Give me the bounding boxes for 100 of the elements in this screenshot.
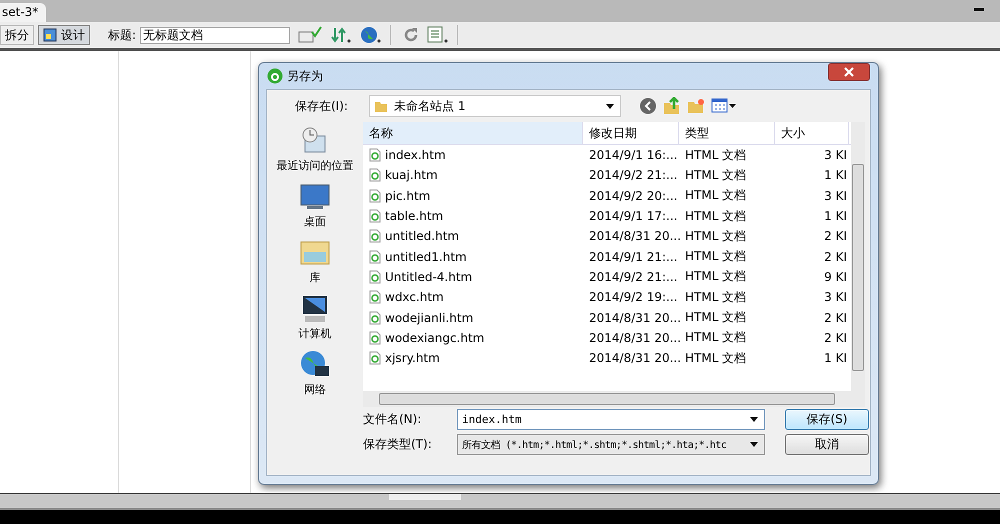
file-icon xyxy=(369,168,381,182)
document-tab[interactable]: set-3* xyxy=(0,3,46,22)
size-cell-text: 1 KI xyxy=(823,350,848,368)
file-name-cell[interactable]: wodejianli.htm xyxy=(363,307,583,328)
view-menu-icon[interactable] xyxy=(711,98,737,114)
back-icon[interactable] xyxy=(639,97,657,115)
place-item[interactable]: 最近访问的位置 xyxy=(267,126,363,173)
file-icon xyxy=(369,310,381,325)
monitor-icon xyxy=(299,182,331,212)
size-cell-text: 3 KI xyxy=(823,188,848,205)
type-cell-text: HTML 文档 xyxy=(684,228,748,245)
file-name-cell[interactable]: xjsry.htm xyxy=(363,348,583,368)
date-cell-text: 2014/9/1 17:... xyxy=(588,208,678,226)
sort-arrows-icon[interactable] xyxy=(330,26,352,44)
dropdown-arrow-icon xyxy=(750,417,758,422)
new-folder-icon[interactable] xyxy=(687,97,705,115)
app-icon xyxy=(267,68,283,84)
date-cell-text: 2014/9/1 21:... xyxy=(588,248,678,266)
size-cell-text: 3 KI xyxy=(823,147,848,164)
file-name-label: 文件名(N): xyxy=(363,411,422,428)
column-header[interactable]: 修改日期 xyxy=(583,122,679,144)
date-cell-text: 2014/9/2 21:... xyxy=(588,167,678,184)
title-label: 标题: xyxy=(108,26,136,44)
view-button[interactable]: 设计 xyxy=(38,25,90,45)
date-cell-text: 2014/8/31 20... xyxy=(588,330,679,347)
folder-icon xyxy=(374,99,388,113)
size-cell-text: 1 KI xyxy=(823,167,848,184)
file-name-field[interactable]: index.htm xyxy=(457,409,765,430)
file-type-dropdown[interactable]: 所有文档 (*.htm;*.html;*.shtm;*.shtml;*.hta;*.htc xyxy=(457,434,765,455)
file-icon xyxy=(369,188,381,203)
date-cell-text: 2014/8/31 20... xyxy=(588,350,679,368)
close-button[interactable] xyxy=(828,63,870,81)
file-icon xyxy=(369,290,381,304)
dropdown-arrow-icon xyxy=(750,442,758,447)
type-cell-text: HTML 文档 xyxy=(684,248,748,266)
date-cell-text: 2014/9/2 19:... xyxy=(588,289,678,306)
cancel-button[interactable]: 取消 xyxy=(785,434,869,455)
date-cell-text: 2014/9/2 20:... xyxy=(588,188,678,205)
type-cell-text: HTML 文档 xyxy=(684,268,748,286)
refresh-icon[interactable] xyxy=(403,27,420,43)
date-cell-text: 2014/8/31 20... xyxy=(588,310,679,327)
place-item[interactable]: 网络 xyxy=(267,350,363,397)
date-cell-text: 2014/9/1 16:... xyxy=(588,147,678,164)
type-cell-text: HTML 文档 xyxy=(684,350,748,367)
place-item[interactable]: 桌面 xyxy=(267,182,363,229)
file-icon xyxy=(369,330,381,345)
type-cell-text: HTML 文档 xyxy=(684,208,748,225)
close-icon xyxy=(844,67,854,77)
dialog-title: 另存为 xyxy=(287,68,323,84)
title-field[interactable]: 无标题文档 xyxy=(140,26,290,44)
view-button[interactable]: 拆分 xyxy=(0,25,34,45)
up-folder-icon[interactable] xyxy=(663,97,681,115)
file-name-cell[interactable]: pic.htm xyxy=(363,186,583,206)
file-name-cell[interactable]: wodexiangc.htm xyxy=(363,328,583,348)
minimize-icon[interactable] xyxy=(974,8,984,12)
file-icon xyxy=(369,148,381,162)
validate-icon[interactable] xyxy=(298,26,322,44)
file-name-cell[interactable]: untitled.htm xyxy=(363,226,583,246)
date-cell-text: 2014/9/2 21:... xyxy=(588,268,678,286)
type-cell-text: HTML 文档 xyxy=(684,329,748,346)
size-cell-text: 2 KI xyxy=(823,330,848,347)
file-name-cell[interactable]: wdxc.htm xyxy=(363,287,583,308)
date-cell-text: 2014/8/31 20... xyxy=(588,228,679,246)
globe-icon[interactable] xyxy=(360,26,382,44)
type-cell-text: HTML 文档 xyxy=(684,187,748,204)
file-icon xyxy=(369,229,381,244)
file-name-cell[interactable]: kuaj.htm xyxy=(363,165,583,186)
type-cell-text: HTML 文档 xyxy=(684,309,748,326)
size-cell-text: 3 KI xyxy=(823,289,848,306)
list-options-icon[interactable] xyxy=(427,26,450,44)
column-header[interactable]: 大小 xyxy=(775,122,849,144)
file-icon xyxy=(369,351,381,366)
file-name-cell[interactable]: table.htm xyxy=(363,206,583,226)
file-icon xyxy=(369,250,381,264)
design-view-icon xyxy=(43,28,57,42)
horizontal-scrollbar[interactable] xyxy=(363,391,865,407)
file-name-cell[interactable]: index.htm xyxy=(363,145,583,166)
expand-handle[interactable] xyxy=(389,494,461,500)
place-item[interactable]: 计算机 xyxy=(267,294,363,341)
dropdown-arrow-icon xyxy=(606,104,614,108)
place-item[interactable]: 库 xyxy=(267,238,363,285)
save-in-label: 保存在(I): xyxy=(295,98,349,114)
type-cell-text: HTML 文档 xyxy=(684,166,748,184)
type-cell-text: HTML 文档 xyxy=(684,146,748,164)
location-dropdown[interactable]: 未命名站点 1 xyxy=(369,95,621,117)
file-icon xyxy=(369,270,381,284)
vertical-scrollbar[interactable] xyxy=(851,122,865,391)
column-header[interactable]: 类型 xyxy=(679,122,775,144)
file-name-cell[interactable]: untitled1.htm xyxy=(363,246,583,267)
size-cell-text: 9 KI xyxy=(823,268,848,286)
file-type-label: 保存类型(T): xyxy=(363,436,433,453)
file-name-cell[interactable]: Untitled-4.htm xyxy=(363,266,583,288)
size-cell-text: 2 KI xyxy=(823,228,848,246)
save-button[interactable]: 保存(S) xyxy=(785,409,869,430)
type-cell-text: HTML 文档 xyxy=(684,288,748,306)
size-cell-text: 2 KI xyxy=(823,248,848,266)
size-cell-text: 1 KI xyxy=(823,208,848,226)
column-header[interactable]: 名称 xyxy=(363,122,583,144)
size-cell-text: 2 KI xyxy=(823,310,848,327)
file-icon xyxy=(369,209,381,224)
